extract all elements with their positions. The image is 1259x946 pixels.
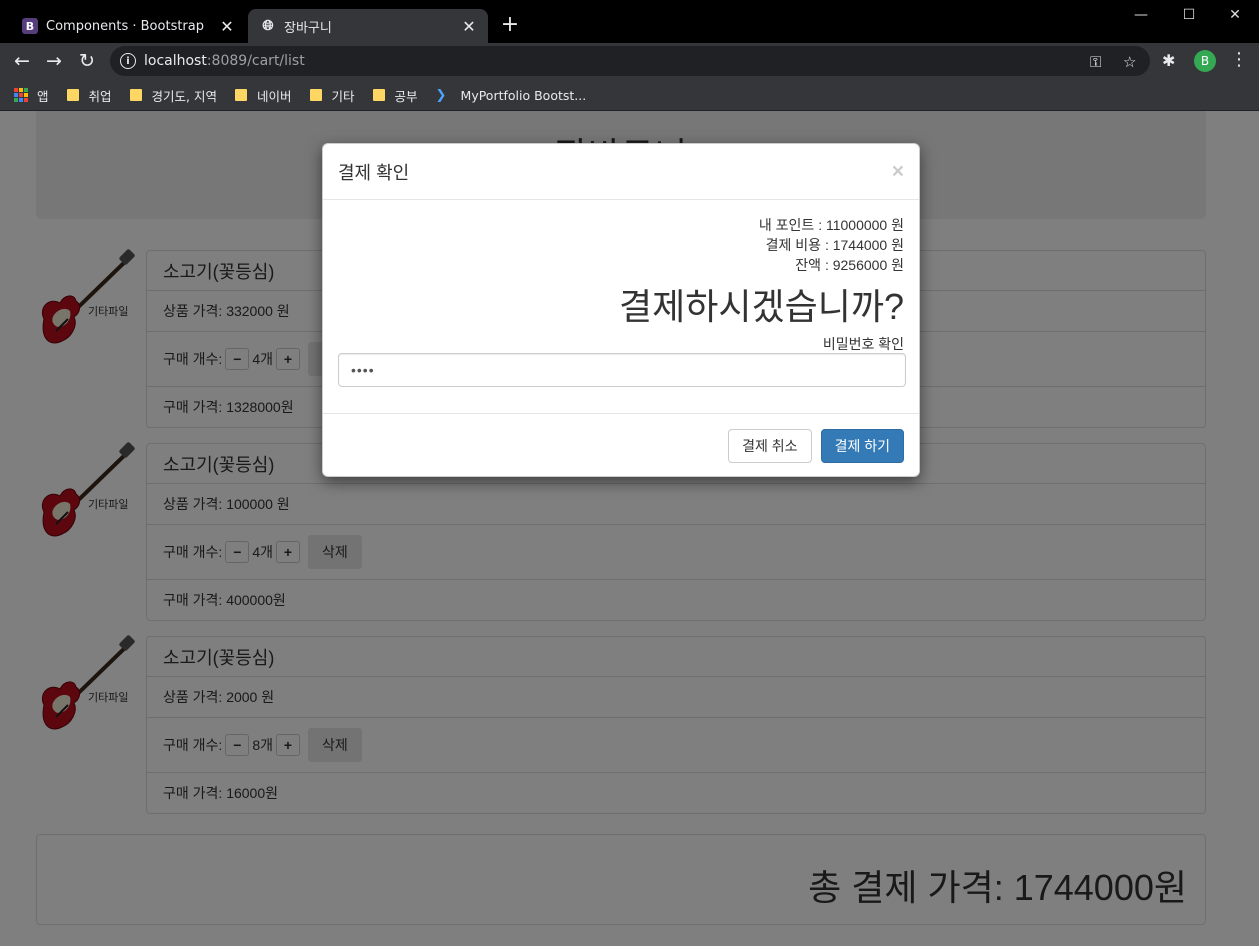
folder-icon — [372, 89, 385, 101]
confirm-question: 결제하시겠습니까? — [619, 286, 904, 327]
browser-toolbar: ← → ↻ i localhost:8089/cart/list ⚿ ☆ ✱ B… — [0, 43, 1259, 80]
url-path: :8089/cart/list — [206, 53, 305, 69]
menu-dots-icon[interactable]: ⋮ — [1230, 49, 1248, 70]
bookmark-folder[interactable]: 기타 — [309, 86, 355, 105]
folder-icon — [66, 89, 79, 101]
bookmark-label: 네이버 — [256, 88, 292, 104]
bookmark-apps[interactable]: 앱 — [14, 86, 49, 105]
apps-grid-icon — [14, 88, 28, 102]
key-icon[interactable]: ⚿ — [1090, 53, 1101, 71]
payment-confirm-modal: 결제 확인 × 내 포인트 : 11000000 원 결제 비용 : 17440… — [322, 143, 920, 477]
info-icon[interactable]: i — [120, 53, 136, 69]
close-icon[interactable]: × — [892, 161, 904, 182]
bookmark-folder[interactable]: 공부 — [372, 86, 418, 105]
browser-tabstrip: B Components · Bootstrap ✕ 🌐︎ 장바구니 ✕ + —… — [0, 0, 1259, 43]
page-viewport: 장바구니 기타파일 소고기(꽃등심) 상품 가격: 332000 원 구매 개수… — [0, 111, 1259, 946]
bookmark-folder[interactable]: 네이버 — [234, 86, 292, 105]
forward-arrow-icon[interactable]: → — [41, 48, 67, 74]
tab-title: Components · Bootstrap — [46, 18, 204, 34]
folder-icon — [129, 89, 142, 101]
bookmark-label: 기타 — [331, 88, 355, 104]
maximize-icon[interactable]: ☐ — [1166, 4, 1212, 26]
folder-icon — [234, 89, 247, 101]
myportfolio-icon: ❯ — [435, 88, 447, 103]
address-bar[interactable]: i localhost:8089/cart/list ⚿ ☆ — [110, 46, 1150, 76]
balance: 잔액 : 9256000 원 — [795, 257, 904, 273]
close-icon[interactable]: ✕ — [460, 17, 478, 36]
profile-avatar[interactable]: B — [1194, 50, 1216, 72]
confirm-payment-button[interactable]: 결제 하기 — [820, 428, 904, 463]
modal-title: 결제 확인 — [338, 162, 410, 183]
modal-footer: 결제 취소 결제 하기 — [323, 413, 919, 477]
bootstrap-favicon-icon: B — [22, 18, 38, 34]
minimize-icon[interactable]: — — [1118, 4, 1164, 26]
extensions-puzzle-icon[interactable]: ✱ — [1162, 51, 1175, 70]
bookmarks-bar: 앱 취업 경기도, 지역 네이버 기타 공부 ❯ MyPortfolio Boo… — [0, 80, 1259, 111]
browser-tab-cart[interactable]: 🌐︎ 장바구니 ✕ — [248, 9, 488, 43]
modal-body: 내 포인트 : 11000000 원 결제 비용 : 1744000 원 잔액 … — [323, 200, 919, 413]
bookmark-folder[interactable]: 경기도, 지역 — [129, 86, 217, 105]
password-input[interactable]: •••• — [338, 353, 906, 387]
password-label: 비밀번호 확인 — [822, 336, 904, 352]
star-icon[interactable]: ☆ — [1123, 53, 1136, 71]
browser-tab-bootstrap[interactable]: B Components · Bootstrap ✕ — [10, 9, 246, 43]
new-tab-icon[interactable]: + — [498, 12, 522, 37]
bookmark-label: 공부 — [394, 88, 418, 104]
reload-icon[interactable]: ↻ — [74, 48, 100, 74]
bookmark-label: MyPortfolio Bootst... — [460, 87, 587, 103]
window-close-icon[interactable]: ✕ — [1212, 4, 1258, 26]
modal-header: 결제 확인 × — [323, 144, 919, 200]
payment-cost: 결제 비용 : 1744000 원 — [765, 237, 904, 253]
url-host: localhost — [144, 53, 207, 69]
my-points: 내 포인트 : 11000000 원 — [758, 217, 904, 233]
bookmark-myportfolio[interactable]: ❯ MyPortfolio Bootst... — [435, 87, 587, 104]
bookmark-label: 경기도, 지역 — [151, 88, 217, 104]
bookmark-label: 취업 — [88, 88, 112, 104]
tab-title: 장바구니 — [284, 20, 332, 36]
bookmark-folder[interactable]: 취업 — [66, 86, 112, 105]
globe-icon: 🌐︎ — [262, 18, 274, 34]
folder-icon — [309, 89, 322, 101]
back-arrow-icon[interactable]: ← — [9, 48, 35, 74]
cancel-payment-button[interactable]: 결제 취소 — [728, 428, 812, 463]
bookmark-label: 앱 — [37, 88, 49, 104]
close-icon[interactable]: ✕ — [218, 17, 236, 36]
